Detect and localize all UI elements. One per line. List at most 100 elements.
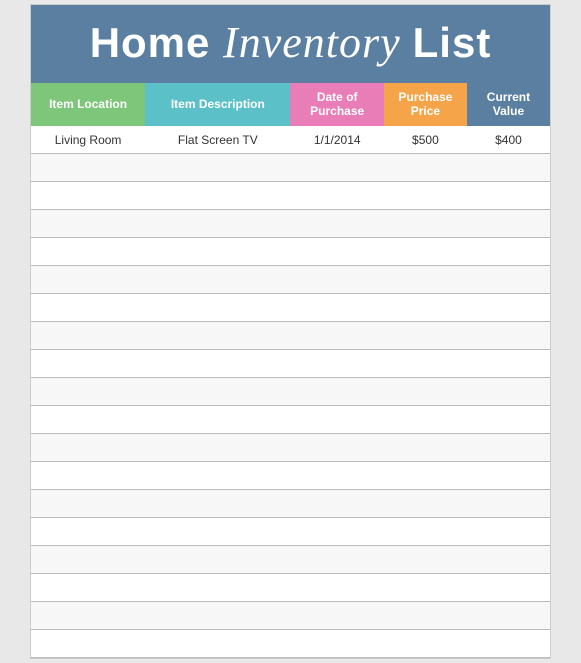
table-row — [31, 182, 550, 210]
cell-date — [290, 602, 383, 630]
cell-date — [290, 154, 383, 182]
cell-purchase_price — [384, 602, 467, 630]
cell-current_value — [467, 462, 550, 490]
cell-date — [290, 546, 383, 574]
cell-purchase_price — [384, 630, 467, 658]
cell-current_value — [467, 238, 550, 266]
table-row — [31, 518, 550, 546]
cell-current_value — [467, 210, 550, 238]
cell-location — [31, 490, 145, 518]
title-list: List — [413, 19, 492, 66]
cell-current_value — [467, 294, 550, 322]
cell-location — [31, 406, 145, 434]
cell-date: 1/1/2014 — [290, 126, 383, 154]
cell-location — [31, 266, 145, 294]
inventory-page: Home Inventory List Item Location Item D… — [30, 4, 551, 660]
cell-description — [145, 574, 290, 602]
title-home: Home — [90, 19, 223, 66]
table-row — [31, 630, 550, 658]
table-row — [31, 154, 550, 182]
table-row — [31, 546, 550, 574]
cell-date — [290, 490, 383, 518]
cell-current_value — [467, 154, 550, 182]
cell-description — [145, 322, 290, 350]
cell-date — [290, 210, 383, 238]
table-row — [31, 574, 550, 602]
cell-date — [290, 434, 383, 462]
cell-current_value — [467, 350, 550, 378]
cell-description — [145, 602, 290, 630]
table-row — [31, 434, 550, 462]
cell-date — [290, 406, 383, 434]
table-row — [31, 294, 550, 322]
cell-purchase_price — [384, 574, 467, 602]
cell-location: Living Room — [31, 126, 145, 154]
cell-description — [145, 182, 290, 210]
cell-purchase_price — [384, 154, 467, 182]
table-row — [31, 490, 550, 518]
cell-date — [290, 350, 383, 378]
cell-date — [290, 518, 383, 546]
cell-current_value — [467, 434, 550, 462]
cell-location — [31, 294, 145, 322]
cell-current_value — [467, 574, 550, 602]
cell-purchase_price — [384, 546, 467, 574]
cell-purchase_price — [384, 322, 467, 350]
cell-location — [31, 210, 145, 238]
page-title: Home Inventory List — [51, 19, 530, 67]
cell-date — [290, 238, 383, 266]
cell-current_value — [467, 182, 550, 210]
table-row — [31, 210, 550, 238]
cell-description — [145, 238, 290, 266]
col-header-date: Date ofPurchase — [290, 83, 383, 126]
table-row: Living RoomFlat Screen TV1/1/2014$500$40… — [31, 126, 550, 154]
col-header-current-value: CurrentValue — [467, 83, 550, 126]
cell-description — [145, 462, 290, 490]
table-body: Living RoomFlat Screen TV1/1/2014$500$40… — [31, 126, 550, 658]
cell-description — [145, 266, 290, 294]
cell-location — [31, 462, 145, 490]
cell-purchase_price — [384, 462, 467, 490]
cell-purchase_price — [384, 210, 467, 238]
cell-current_value: $400 — [467, 126, 550, 154]
table-row — [31, 238, 550, 266]
cell-date — [290, 574, 383, 602]
col-header-purchase-price: PurchasePrice — [384, 83, 467, 126]
cell-current_value — [467, 546, 550, 574]
cell-purchase_price — [384, 406, 467, 434]
cell-purchase_price — [384, 238, 467, 266]
inventory-table: Item Location Item Description Date ofPu… — [31, 83, 550, 658]
cell-current_value — [467, 266, 550, 294]
cell-location — [31, 630, 145, 658]
cell-date — [290, 266, 383, 294]
cell-location — [31, 350, 145, 378]
table-wrapper: Item Location Item Description Date ofPu… — [31, 83, 550, 658]
cell-date — [290, 294, 383, 322]
cell-description — [145, 154, 290, 182]
cell-location — [31, 518, 145, 546]
cell-current_value — [467, 630, 550, 658]
cell-current_value — [467, 378, 550, 406]
title-inventory: Inventory — [223, 18, 413, 67]
cell-description — [145, 378, 290, 406]
cell-description — [145, 406, 290, 434]
cell-description — [145, 294, 290, 322]
col-header-location: Item Location — [31, 83, 145, 126]
cell-description — [145, 210, 290, 238]
table-row — [31, 350, 550, 378]
table-row — [31, 378, 550, 406]
cell-current_value — [467, 406, 550, 434]
cell-location — [31, 182, 145, 210]
table-row — [31, 406, 550, 434]
cell-description — [145, 350, 290, 378]
cell-location — [31, 322, 145, 350]
cell-description — [145, 434, 290, 462]
cell-date — [290, 322, 383, 350]
table-header-row: Item Location Item Description Date ofPu… — [31, 83, 550, 126]
cell-purchase_price — [384, 294, 467, 322]
cell-description — [145, 546, 290, 574]
cell-purchase_price — [384, 490, 467, 518]
page-header: Home Inventory List — [31, 5, 550, 83]
col-header-description: Item Description — [145, 83, 290, 126]
cell-location — [31, 602, 145, 630]
